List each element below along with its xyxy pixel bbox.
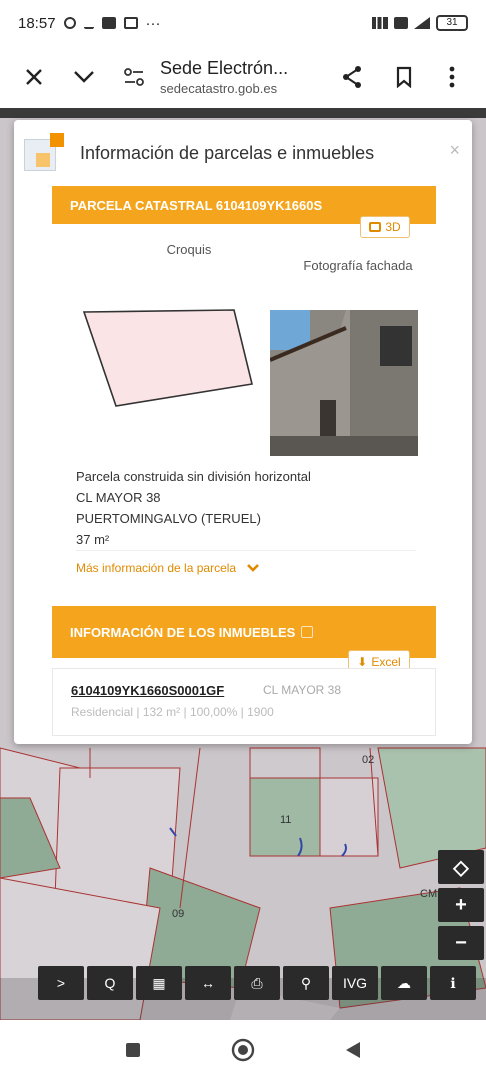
view-3d-button[interactable]: 3D bbox=[360, 216, 410, 238]
parcel-area: 37 m² bbox=[76, 532, 110, 547]
recents-button[interactable] bbox=[119, 1036, 147, 1064]
divider bbox=[76, 550, 416, 551]
catastro-logo bbox=[24, 131, 68, 175]
home-button[interactable] bbox=[229, 1036, 257, 1064]
bookmark-icon[interactable] bbox=[384, 57, 424, 97]
chevron-down-icon[interactable] bbox=[64, 57, 104, 97]
map-toolbar: > Q ▦ ↔ ⎙ ⚲ IVG ☁ ℹ bbox=[38, 966, 484, 1000]
map-zoom-controls: ◇ + − bbox=[438, 850, 484, 960]
back-button[interactable] bbox=[339, 1036, 367, 1064]
coordinates-button[interactable]: ⚲ bbox=[283, 966, 329, 1000]
facade-photo[interactable] bbox=[270, 310, 418, 456]
map-parcel-label: 11 bbox=[280, 814, 292, 826]
battery-icon: 31 bbox=[436, 15, 468, 31]
more-info-link[interactable]: Más información de la parcela bbox=[76, 560, 260, 576]
close-tab-icon[interactable] bbox=[14, 57, 54, 97]
message-icon bbox=[123, 17, 138, 29]
print-button[interactable]: ⎙ bbox=[234, 966, 280, 1000]
layers-button[interactable]: ▦ bbox=[136, 966, 182, 1000]
map-parcel-label: 02 bbox=[362, 754, 375, 766]
view-3d-label: 3D bbox=[385, 220, 401, 234]
status-more: ··· bbox=[145, 14, 161, 32]
map-parcel-label: CM bbox=[420, 888, 438, 900]
close-icon[interactable]: × bbox=[449, 140, 460, 161]
status-time: 18:57 bbox=[18, 14, 56, 32]
inmueble-address: CL MAYOR 38 bbox=[263, 683, 342, 697]
alarm-icon bbox=[63, 17, 76, 29]
croquis-label: Croquis bbox=[166, 242, 212, 257]
download-icon: ⬇ bbox=[357, 655, 368, 669]
expand-toolbar-button[interactable]: > bbox=[38, 966, 84, 1000]
share-icon[interactable] bbox=[332, 57, 372, 97]
page-url: sedecatastro.gob.es bbox=[160, 81, 278, 96]
dialog-header: Información de parcelas e inmuebles × bbox=[14, 120, 472, 186]
info-icon bbox=[301, 626, 314, 638]
system-nav-bar bbox=[0, 1020, 486, 1080]
cube-icon bbox=[369, 222, 382, 232]
info-button[interactable]: ℹ bbox=[430, 966, 476, 1000]
parcel-town: PUERTOMINGALVO (TERUEL) bbox=[76, 511, 261, 526]
inmueble-detail: Residencial | 132 m² | 100,00% | 1900 bbox=[71, 705, 274, 719]
measure-button[interactable]: ↔ bbox=[185, 966, 231, 1000]
page-title: Sede Electrón... bbox=[160, 58, 289, 78]
croquis-image[interactable] bbox=[76, 260, 262, 410]
3d-button[interactable]: ☁ bbox=[381, 966, 427, 1000]
parcel-info: Parcela construida sin división horizont… bbox=[76, 466, 311, 550]
inmueble-ref-link[interactable]: 6104109YK1660S0001GF bbox=[71, 683, 224, 698]
app-icon bbox=[101, 17, 116, 29]
parcel-type: Parcela construida sin división horizont… bbox=[76, 469, 311, 484]
more-options-icon[interactable] bbox=[432, 57, 472, 97]
inmueble-row[interactable]: 6104109YK1660S0001GF CL MAYOR 38 Residen… bbox=[52, 668, 436, 736]
site-settings-icon[interactable] bbox=[114, 57, 154, 97]
zoom-in-button[interactable]: + bbox=[438, 888, 484, 922]
download-icon bbox=[83, 17, 94, 29]
sim-icon bbox=[394, 17, 408, 29]
address-box[interactable]: Sede Electrón... sedecatastro.gob.es bbox=[154, 58, 332, 96]
search-button[interactable]: Q bbox=[87, 966, 133, 1000]
dialog-title: Información de parcelas e inmuebles bbox=[80, 142, 375, 163]
locate-button[interactable]: ◇ bbox=[438, 850, 484, 884]
excel-label: Excel bbox=[371, 655, 401, 669]
status-bar: 18:57 ··· 31 bbox=[0, 0, 486, 46]
browser-toolbar: Sede Electrón... sedecatastro.gob.es bbox=[0, 46, 486, 108]
zoom-out-button[interactable]: − bbox=[438, 926, 484, 960]
map-parcel-label: 09 bbox=[172, 908, 185, 920]
chevron-down-icon bbox=[246, 560, 260, 576]
parcel-info-dialog: Información de parcelas e inmuebles × PA… bbox=[14, 120, 472, 744]
ivg-button[interactable]: IVG bbox=[332, 966, 378, 1000]
parcel-street: CL MAYOR 38 bbox=[76, 490, 161, 505]
signal-icon bbox=[372, 17, 388, 29]
foto-label: Fotografía fachada bbox=[303, 258, 413, 273]
inmuebles-title: INFORMACIÓN DE LOS INMUEBLES bbox=[70, 624, 296, 640]
more-info-label: Más información de la parcela bbox=[76, 561, 237, 575]
signal2-icon bbox=[414, 17, 430, 29]
